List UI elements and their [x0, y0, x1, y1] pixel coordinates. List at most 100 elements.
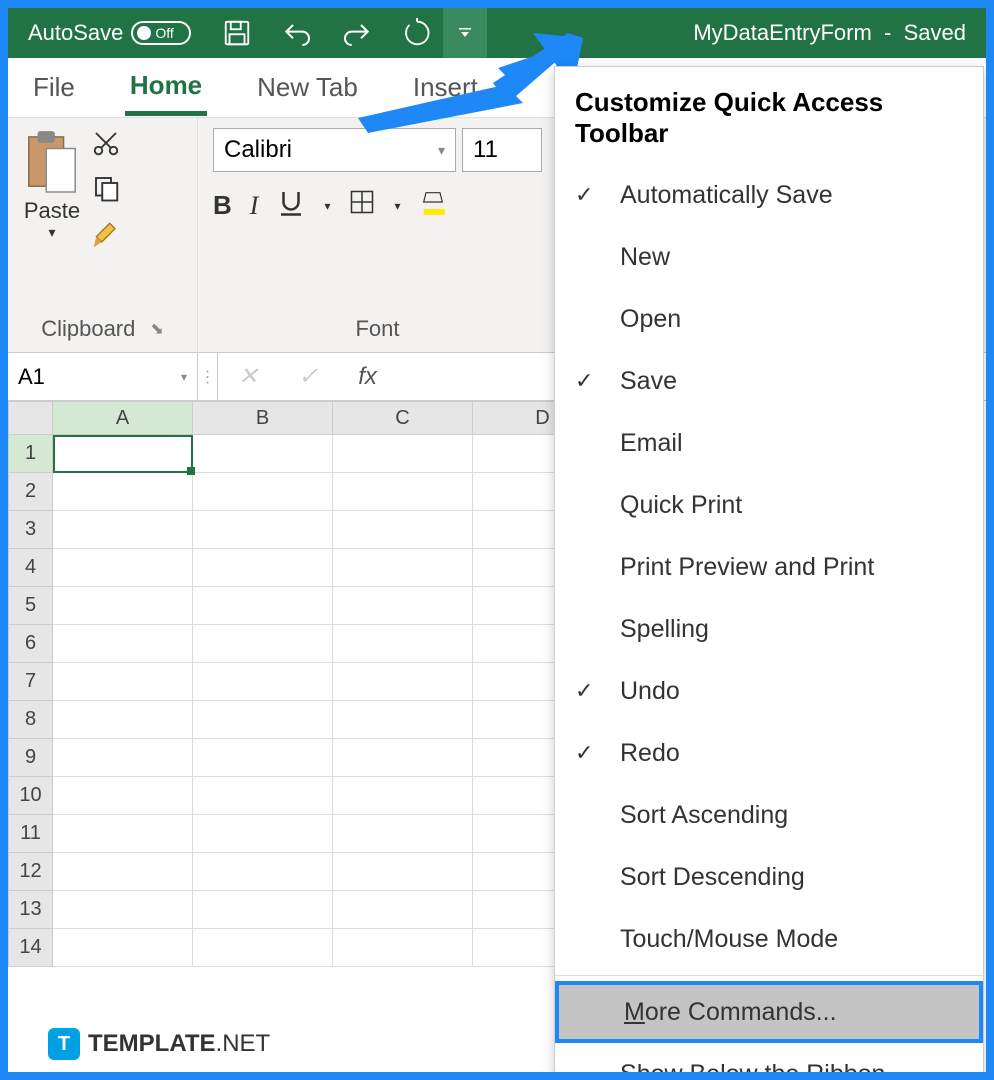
cell[interactable] [193, 777, 333, 815]
autosave-toggle[interactable]: AutoSave Off [18, 20, 201, 46]
cell[interactable] [333, 739, 473, 777]
cell[interactable] [193, 739, 333, 777]
undo-icon[interactable] [281, 17, 313, 49]
cancel-icon[interactable]: ✕ [238, 362, 258, 391]
cell[interactable] [333, 701, 473, 739]
cell[interactable] [333, 891, 473, 929]
font-name-select[interactable]: Calibri▾ [213, 128, 456, 172]
customize-qat-button[interactable] [443, 8, 487, 58]
cell[interactable] [53, 815, 193, 853]
column-header[interactable]: B [193, 401, 333, 435]
cell[interactable] [333, 853, 473, 891]
cell[interactable] [333, 435, 473, 473]
menu-item[interactable]: Spelling [555, 598, 983, 660]
cell[interactable] [193, 815, 333, 853]
cell[interactable] [53, 853, 193, 891]
format-painter-icon[interactable] [91, 218, 123, 257]
cell[interactable] [53, 777, 193, 815]
cell[interactable] [53, 587, 193, 625]
cell[interactable] [333, 549, 473, 587]
save-icon[interactable] [221, 17, 253, 49]
cell[interactable] [333, 587, 473, 625]
name-box[interactable]: A1▾ [8, 353, 198, 400]
enter-icon[interactable]: ✓ [298, 362, 318, 391]
menu-item[interactable]: ✓Save [555, 350, 983, 412]
menu-item[interactable]: Sort Ascending [555, 784, 983, 846]
cell[interactable] [193, 701, 333, 739]
row-header[interactable]: 9 [8, 739, 53, 777]
cell[interactable] [193, 549, 333, 587]
cell[interactable] [333, 777, 473, 815]
cell[interactable] [333, 625, 473, 663]
select-all-cell[interactable] [8, 401, 53, 435]
menu-item-show-below[interactable]: Show Below the Ribbon [555, 1043, 983, 1080]
row-header[interactable]: 7 [8, 663, 53, 701]
menu-item[interactable]: Print Preview and Print [555, 536, 983, 598]
cell[interactable] [193, 663, 333, 701]
cell[interactable] [333, 511, 473, 549]
cell[interactable] [193, 435, 333, 473]
row-header[interactable]: 14 [8, 929, 53, 967]
copy-icon[interactable] [91, 173, 123, 210]
cell[interactable] [333, 473, 473, 511]
fx-icon[interactable]: fx [358, 363, 377, 391]
tab-insert[interactable]: Insert [408, 62, 483, 113]
menu-item-more-commands[interactable]: More Commands... [555, 981, 983, 1043]
menu-item[interactable]: Touch/Mouse Mode [555, 908, 983, 970]
underline-button[interactable] [276, 187, 306, 224]
tab-new-tab[interactable]: New Tab [252, 62, 363, 113]
menu-item[interactable]: Sort Descending [555, 846, 983, 908]
menu-item[interactable]: ✓Automatically Save [555, 164, 983, 226]
menu-item[interactable]: ✓Undo [555, 660, 983, 722]
cell[interactable] [193, 511, 333, 549]
row-header[interactable]: 8 [8, 701, 53, 739]
redo-icon[interactable] [341, 17, 373, 49]
row-header[interactable]: 3 [8, 511, 53, 549]
fill-color-button[interactable] [419, 188, 447, 223]
cell[interactable] [193, 625, 333, 663]
cell[interactable] [53, 891, 193, 929]
row-header[interactable]: 4 [8, 549, 53, 587]
cell[interactable] [193, 891, 333, 929]
row-header[interactable]: 12 [8, 853, 53, 891]
cell[interactable] [53, 625, 193, 663]
cell[interactable] [53, 739, 193, 777]
bold-button[interactable]: B [213, 190, 232, 221]
dialog-launcher-icon[interactable]: ⬊ [150, 319, 163, 339]
cell[interactable] [193, 587, 333, 625]
row-header[interactable]: 2 [8, 473, 53, 511]
row-header[interactable]: 1 [8, 435, 53, 473]
row-header[interactable]: 5 [8, 587, 53, 625]
cell[interactable] [53, 929, 193, 967]
column-header[interactable]: A [53, 401, 193, 435]
row-header[interactable]: 10 [8, 777, 53, 815]
menu-item[interactable]: Quick Print [555, 474, 983, 536]
paste-button[interactable]: Paste ▾ [23, 128, 81, 241]
tab-file[interactable]: File [28, 62, 80, 113]
row-header[interactable]: 6 [8, 625, 53, 663]
borders-button[interactable] [348, 188, 376, 223]
cell[interactable] [53, 435, 193, 473]
row-header[interactable]: 13 [8, 891, 53, 929]
cell[interactable] [193, 853, 333, 891]
cell[interactable] [193, 473, 333, 511]
cell[interactable] [53, 701, 193, 739]
menu-item[interactable]: Open [555, 288, 983, 350]
tab-home[interactable]: Home [125, 60, 207, 116]
menu-item[interactable]: Email [555, 412, 983, 474]
cut-icon[interactable] [91, 128, 123, 165]
cell[interactable] [53, 473, 193, 511]
menu-item[interactable]: ✓Redo [555, 722, 983, 784]
cell[interactable] [333, 929, 473, 967]
toggle-switch[interactable]: Off [131, 21, 191, 45]
cell[interactable] [193, 929, 333, 967]
cell[interactable] [53, 663, 193, 701]
cell[interactable] [333, 815, 473, 853]
italic-button[interactable]: I [250, 191, 259, 221]
cell[interactable] [333, 663, 473, 701]
cell[interactable] [53, 511, 193, 549]
row-header[interactable]: 11 [8, 815, 53, 853]
font-size-select[interactable]: 11 [462, 128, 542, 172]
refresh-icon[interactable] [401, 17, 433, 49]
menu-item[interactable]: New [555, 226, 983, 288]
